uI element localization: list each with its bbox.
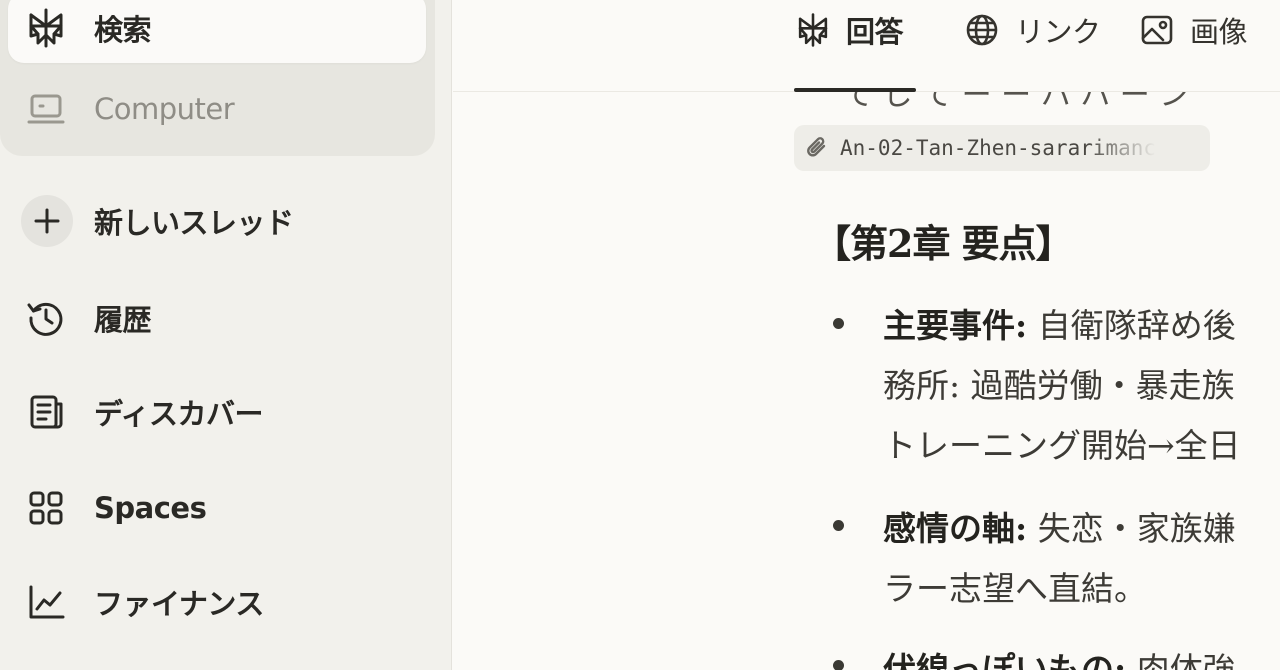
perplexity-logo-icon — [794, 11, 832, 49]
tab-label: 画像 — [1190, 15, 1248, 49]
attachment-filename: An-02-Tan-Zhen-sararimanc — [840, 136, 1157, 160]
sidebar-item-search[interactable]: 検索 — [8, 0, 426, 63]
list-item-line: 伏線っぽいもの: 肉体強 — [883, 643, 1236, 670]
sidebar-item-label: 検索 — [94, 13, 152, 47]
section-heading: 【第2章 要点】 — [813, 221, 1074, 266]
active-tab-indicator — [794, 88, 916, 92]
bullet-text: 失恋・家族嫌 — [1037, 509, 1236, 548]
bullet-label: 伏線っぽいもの: — [883, 650, 1127, 670]
bullet-label: 感情の軸: — [883, 509, 1028, 548]
sidebar-item-label: 履歴 — [94, 303, 152, 337]
list-item-line: ラー志望へ直結。 — [883, 569, 1147, 608]
sidebar-item-label: ファイナンス — [94, 587, 264, 621]
sidebar-item-label: ディスカバー — [94, 397, 263, 431]
list-item-line: 主要事件: 自衛隊辞め後 — [883, 299, 1236, 347]
perplexity-logo-icon — [24, 6, 68, 50]
list-item-line: 務所: 過酷労働・暴走族 — [883, 366, 1235, 405]
chart-line-icon — [24, 580, 68, 624]
bullet-text: 肉体強 — [1136, 650, 1236, 670]
sidebar-item-label: 新しいスレッド — [94, 206, 294, 240]
list-item-line: トレーニング開始→全日 — [883, 426, 1241, 465]
sidebar-item-label: Computer — [94, 92, 235, 126]
sidebar-item-computer[interactable]: Computer — [8, 74, 426, 144]
tab-label: リンク — [1015, 15, 1101, 49]
attachment-chip[interactable]: An-02-Tan-Zhen-sararimanc — [794, 125, 1210, 171]
sidebar-item-history[interactable]: 履歴 — [8, 283, 426, 353]
bullet-marker — [833, 318, 844, 329]
tab-answer[interactable]: 回答 — [794, 8, 904, 52]
sidebar-item-spaces[interactable]: Spaces — [8, 473, 426, 543]
sidebar-item-new-thread[interactable]: 新しいスレッド — [8, 186, 426, 256]
bullet-marker — [833, 520, 844, 531]
tab-links[interactable]: リンク — [963, 8, 1101, 52]
history-icon — [24, 296, 68, 340]
plus-icon — [18, 192, 76, 250]
sidebar-item-label: Spaces — [94, 491, 207, 525]
list-item-line: 感情の軸: 失恋・家族嫌 — [883, 502, 1236, 550]
grid-icon — [24, 486, 68, 530]
tab-images[interactable]: 画像 — [1138, 8, 1248, 52]
bullet-label: 主要事件: — [883, 306, 1028, 345]
bullet-marker — [833, 660, 844, 670]
sidebar-item-discover[interactable]: ディスカバー — [8, 377, 426, 447]
image-icon — [1138, 11, 1176, 49]
result-tabs: 回答 リンク 画像 — [453, 0, 1280, 92]
thread-view: て し て ー ー ハ ハ ー ン 回答 リンク 画像 An-02-Tan-Zh… — [453, 0, 1280, 670]
monitor-icon — [24, 87, 68, 131]
bullet-text: 自衛隊辞め後 — [1037, 306, 1236, 345]
globe-icon — [963, 11, 1001, 49]
newspaper-icon — [24, 390, 68, 434]
tab-label: 回答 — [846, 15, 904, 49]
sidebar: 検索 Computer 新しいスレッド 履歴 ディスカバー Spaces ファイ… — [0, 0, 452, 670]
paperclip-icon — [802, 133, 832, 163]
sidebar-item-finance[interactable]: ファイナンス — [8, 567, 426, 637]
